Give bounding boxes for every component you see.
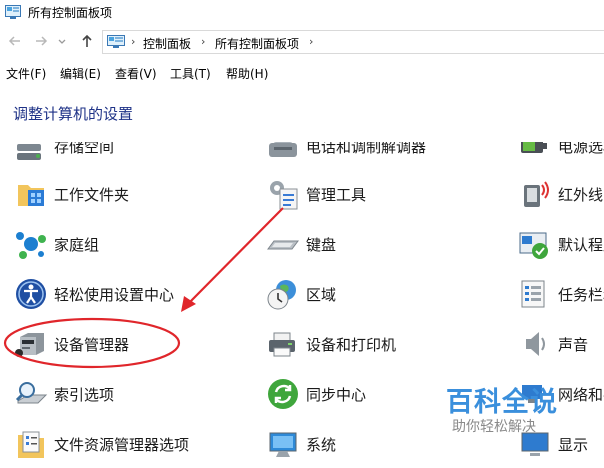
title-bar: 所有控制面板项 xyxy=(0,0,604,26)
item-administrative-tools[interactable]: 管理工具 xyxy=(266,177,496,217)
item-label: 索引选项 xyxy=(54,386,115,404)
item-file-explorer-options[interactable]: 文件资源管理器选项 xyxy=(14,427,244,467)
item-indexing-options[interactable]: 索引选项 xyxy=(14,377,244,417)
item-storage-spaces[interactable]: 存储空间 xyxy=(14,142,244,169)
item-label: 同步中心 xyxy=(306,386,367,404)
breadcrumb-control-panel[interactable]: 控制面板 xyxy=(143,35,191,52)
menu-bar: 文件(F) 编辑(E) 查看(V) 工具(T) 帮助(H) xyxy=(0,60,604,84)
control-panel-icon xyxy=(5,5,21,19)
power-icon xyxy=(521,142,547,153)
default-programs-icon xyxy=(519,232,548,259)
item-sound[interactable]: 声音 xyxy=(518,327,604,367)
content-header: 调整计算机的设置 xyxy=(0,88,604,143)
item-label: 文件资源管理器选项 xyxy=(54,436,190,454)
indexing-icon xyxy=(15,382,48,404)
item-label: 默认程序 xyxy=(558,236,604,254)
item-label: 电源选项 xyxy=(558,142,604,156)
file-explorer-options-icon xyxy=(18,431,44,458)
watermark-title: 百科全说 xyxy=(446,387,558,418)
up-arrow-icon[interactable] xyxy=(78,32,96,50)
infrared-icon xyxy=(524,181,549,207)
item-taskbar-and-navigation[interactable]: 任务栏和导航 xyxy=(518,277,604,317)
work-folders-icon xyxy=(18,185,44,206)
item-work-folders[interactable]: 工作文件夹 xyxy=(14,177,244,217)
forward-arrow-icon[interactable] xyxy=(32,32,50,50)
item-power-options[interactable]: 电源选项 xyxy=(518,142,604,169)
menu-edit[interactable]: 编辑(E) xyxy=(60,65,101,82)
page-heading: 调整计算机的设置 xyxy=(13,105,134,123)
back-arrow-icon[interactable] xyxy=(6,32,24,50)
item-phone-and-modem[interactable]: 电话和调制解调器 xyxy=(266,142,496,169)
item-keyboard[interactable]: 键盘 xyxy=(266,227,496,267)
item-label: 声音 xyxy=(558,336,589,354)
keyboard-icon xyxy=(267,240,299,250)
devices-printers-icon xyxy=(269,332,295,357)
sound-icon xyxy=(526,332,545,356)
chevron-right-icon[interactable]: › xyxy=(131,35,135,48)
item-label: 设备和打印机 xyxy=(306,336,397,354)
item-label: 家庭组 xyxy=(54,236,100,254)
item-homegroup[interactable]: 家庭组 xyxy=(14,227,244,267)
chevron-right-icon[interactable]: › xyxy=(201,35,205,48)
region-icon xyxy=(267,280,296,310)
menu-view[interactable]: 查看(V) xyxy=(115,65,157,82)
chevron-right-icon[interactable]: › xyxy=(309,35,313,48)
item-label: 区域 xyxy=(306,286,337,304)
window-title: 所有控制面板项 xyxy=(28,6,113,20)
item-device-manager[interactable]: 设备管理器 xyxy=(14,327,244,367)
breadcrumb-all-items[interactable]: 所有控制面板项 xyxy=(215,35,299,52)
homegroup-icon xyxy=(16,232,46,259)
item-infrared[interactable]: 红外线 xyxy=(518,177,604,217)
watermark-subtitle: 助你轻松解决 xyxy=(452,419,536,435)
item-region[interactable]: 区域 xyxy=(266,277,496,317)
device-manager-icon xyxy=(15,333,44,357)
item-label: 红外线 xyxy=(558,186,604,204)
address-box[interactable]: › 控制面板 › 所有控制面板项 › xyxy=(102,30,604,54)
menu-file[interactable]: 文件(F) xyxy=(6,65,46,82)
item-default-programs[interactable]: 默认程序 xyxy=(518,227,604,267)
item-label: 存储空间 xyxy=(54,142,115,156)
system-icon xyxy=(269,432,297,457)
item-label: 任务栏和导航 xyxy=(558,286,604,304)
item-label: 轻松使用设置中心 xyxy=(54,286,175,304)
menu-help[interactable]: 帮助(H) xyxy=(226,65,268,82)
sync-center-icon xyxy=(268,379,298,409)
item-devices-and-printers[interactable]: 设备和打印机 xyxy=(266,327,496,367)
ease-of-access-icon xyxy=(16,279,46,309)
item-label: 系统 xyxy=(306,436,337,454)
control-panel-small-icon xyxy=(107,35,125,48)
item-label: 电话和调制解调器 xyxy=(306,142,427,156)
watermark: 百科全说 助你轻松解决 xyxy=(438,380,604,442)
admin-tools-icon xyxy=(270,181,298,210)
menu-tools[interactable]: 工具(T) xyxy=(170,65,211,82)
storage-icon xyxy=(17,144,41,160)
item-label: 设备管理器 xyxy=(54,336,130,354)
taskbar-icon xyxy=(521,280,545,308)
item-label: 管理工具 xyxy=(306,186,367,204)
recent-chevron-down-icon[interactable] xyxy=(56,32,68,50)
item-ease-of-access[interactable]: 轻松使用设置中心 xyxy=(14,277,244,317)
phone-modem-icon xyxy=(269,142,297,157)
address-bar: › 控制面板 › 所有控制面板项 › xyxy=(0,28,604,56)
item-label: 工作文件夹 xyxy=(54,186,130,204)
item-label: 键盘 xyxy=(306,236,337,254)
